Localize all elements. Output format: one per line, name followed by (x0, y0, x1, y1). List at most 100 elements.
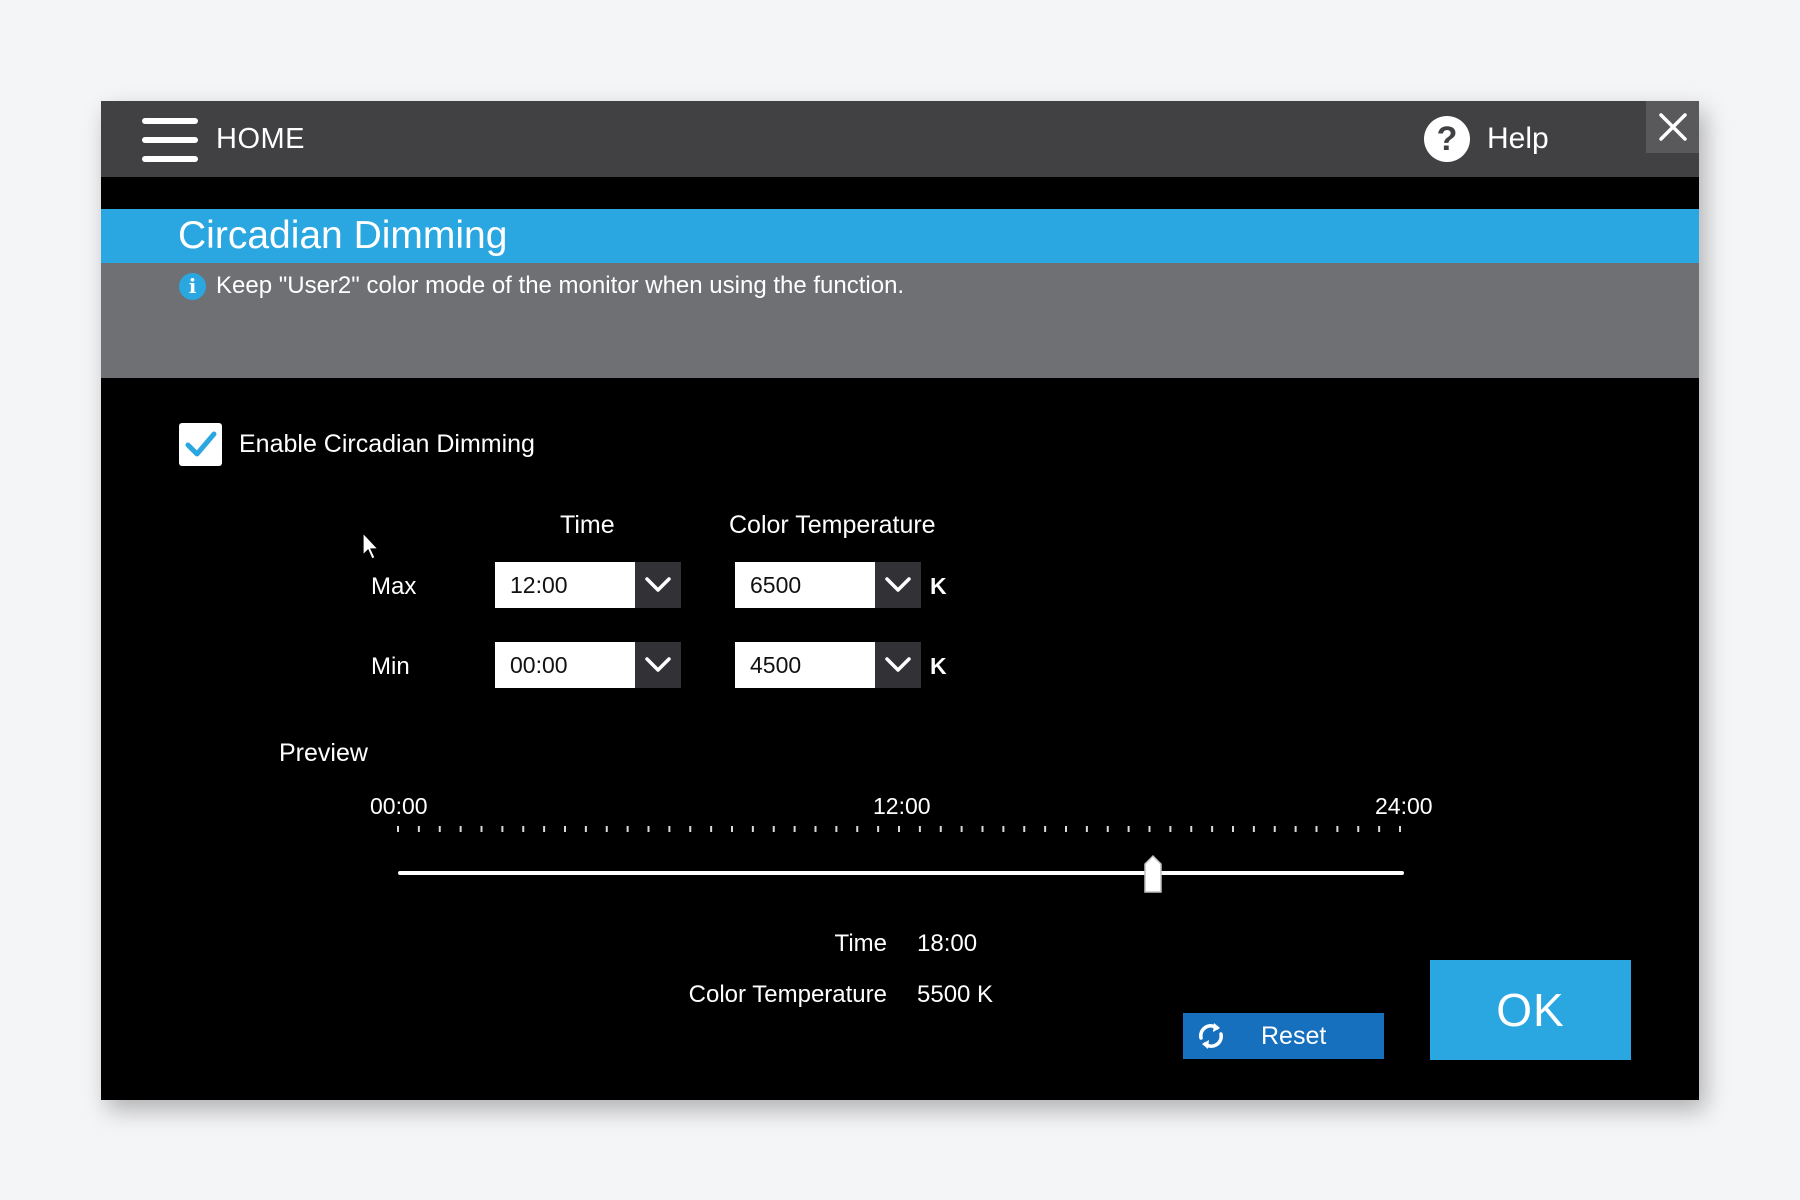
preview-slider-thumb[interactable] (1143, 854, 1163, 894)
min-time-value: 00:00 (510, 652, 568, 678)
page-title: Circadian Dimming (178, 214, 508, 257)
min-color-temperature-value: 4500 (750, 652, 802, 678)
tick-mark (1315, 826, 1318, 832)
tick-mark (1023, 826, 1026, 832)
min-unit-label: K (930, 653, 947, 679)
tick-mark (772, 826, 775, 832)
min-color-temperature-select[interactable]: 4500 (735, 642, 921, 688)
tick-mark (835, 826, 838, 832)
title-bar: Circadian Dimming (101, 209, 1699, 263)
tick-mark (626, 826, 629, 832)
axis-label-mid: 12:00 (873, 793, 931, 819)
tick-mark (1190, 826, 1193, 832)
max-time-value: 12:00 (510, 572, 568, 598)
max-color-temperature-select[interactable]: 6500 (735, 562, 921, 608)
min-time-select[interactable]: 00:00 (495, 642, 681, 688)
info-banner: i Keep "User2" color mode of the monitor… (101, 263, 1699, 378)
enable-circadian-dimming-label[interactable]: Enable Circadian Dimming (239, 430, 535, 459)
tick-mark (417, 826, 420, 832)
tick-mark (856, 826, 859, 832)
tick-mark (1252, 826, 1255, 832)
tick-mark (1336, 826, 1339, 832)
tick-mark (1044, 826, 1047, 832)
tick-mark (522, 826, 525, 832)
preview-slider-track[interactable] (398, 871, 1404, 875)
tick-mark (1106, 826, 1109, 832)
time-column-header: Time (560, 511, 615, 539)
enable-circadian-dimming-checkbox[interactable] (179, 423, 222, 466)
tick-mark (1148, 826, 1151, 832)
tick-mark (1357, 826, 1360, 832)
tick-mark (1211, 826, 1214, 832)
tick-mark (668, 826, 671, 832)
close-button[interactable] (1646, 101, 1699, 153)
chevron-down-icon[interactable] (635, 562, 681, 608)
chevron-down-icon[interactable] (875, 562, 921, 608)
tick-mark (1273, 826, 1276, 832)
tick-mark (647, 826, 650, 832)
tick-mark (501, 826, 504, 832)
info-icon: i (179, 273, 206, 300)
preview-time-value: 18:00 (917, 930, 978, 957)
axis-label-start: 00:00 (370, 793, 428, 819)
tick-mark (1232, 826, 1234, 832)
preview-time-label: Time (834, 930, 887, 957)
tick-mark (564, 826, 566, 832)
refresh-icon (1199, 1023, 1223, 1049)
close-x-icon (1658, 113, 1687, 141)
help-button[interactable]: ? Help (1424, 116, 1549, 162)
circadian-dimming-window: HOME ? Help Circadian Dimming i Keep "Us… (101, 101, 1699, 1100)
ok-button[interactable]: OK (1430, 960, 1631, 1060)
max-time-select[interactable]: 12:00 (495, 562, 681, 608)
tick-mark (793, 826, 796, 832)
tick-mark (898, 826, 900, 832)
tick-mark (918, 826, 921, 832)
tick-mark (1399, 826, 1401, 832)
hamburger-menu-icon[interactable] (142, 118, 198, 162)
tick-mark (397, 826, 399, 832)
tick-mark (480, 826, 483, 832)
help-label: Help (1487, 122, 1549, 155)
preview-color-temperature-value: 5500 K (917, 981, 994, 1008)
mouse-cursor-icon (362, 532, 380, 560)
tick-mark (814, 826, 817, 832)
tick-mark (939, 826, 942, 832)
tick-mark (584, 826, 587, 832)
preview-color-temperature-label: Color Temperature (688, 981, 887, 1008)
chevron-down-icon[interactable] (875, 642, 921, 688)
tick-mark (1065, 826, 1067, 832)
preview-tick-marks (397, 826, 1401, 832)
question-circle-icon: ? (1424, 116, 1470, 162)
tick-mark (710, 826, 713, 832)
top-bar: HOME ? Help (101, 101, 1699, 177)
tick-mark (751, 826, 754, 832)
tick-mark (1169, 826, 1172, 832)
tick-mark (1294, 826, 1297, 832)
color-temperature-column-header: Color Temperature (729, 511, 936, 539)
tick-mark (981, 826, 984, 832)
min-row-label: Min (371, 653, 410, 680)
ok-label: OK (1496, 984, 1565, 1036)
preview-label: Preview (279, 739, 368, 767)
tick-mark (731, 826, 733, 832)
tick-mark (459, 826, 462, 832)
tick-mark (877, 826, 880, 832)
checkmark-icon (185, 431, 217, 457)
tick-mark (438, 826, 441, 832)
tick-mark (960, 826, 963, 832)
max-unit-label: K (930, 573, 947, 599)
tick-mark (1002, 826, 1005, 832)
tick-mark (1378, 826, 1381, 832)
reset-button[interactable]: Reset (1183, 1013, 1384, 1059)
home-link[interactable]: HOME (216, 123, 305, 156)
tick-mark (605, 826, 608, 832)
tick-mark (1127, 826, 1130, 832)
reset-label: Reset (1261, 1022, 1327, 1050)
max-color-temperature-value: 6500 (750, 572, 802, 598)
tick-mark (1085, 826, 1088, 832)
tick-mark (689, 826, 692, 832)
tick-mark (543, 826, 546, 832)
axis-label-end: 24:00 (1375, 793, 1433, 819)
info-text: Keep "User2" color mode of the monitor w… (216, 272, 905, 299)
chevron-down-icon[interactable] (635, 642, 681, 688)
